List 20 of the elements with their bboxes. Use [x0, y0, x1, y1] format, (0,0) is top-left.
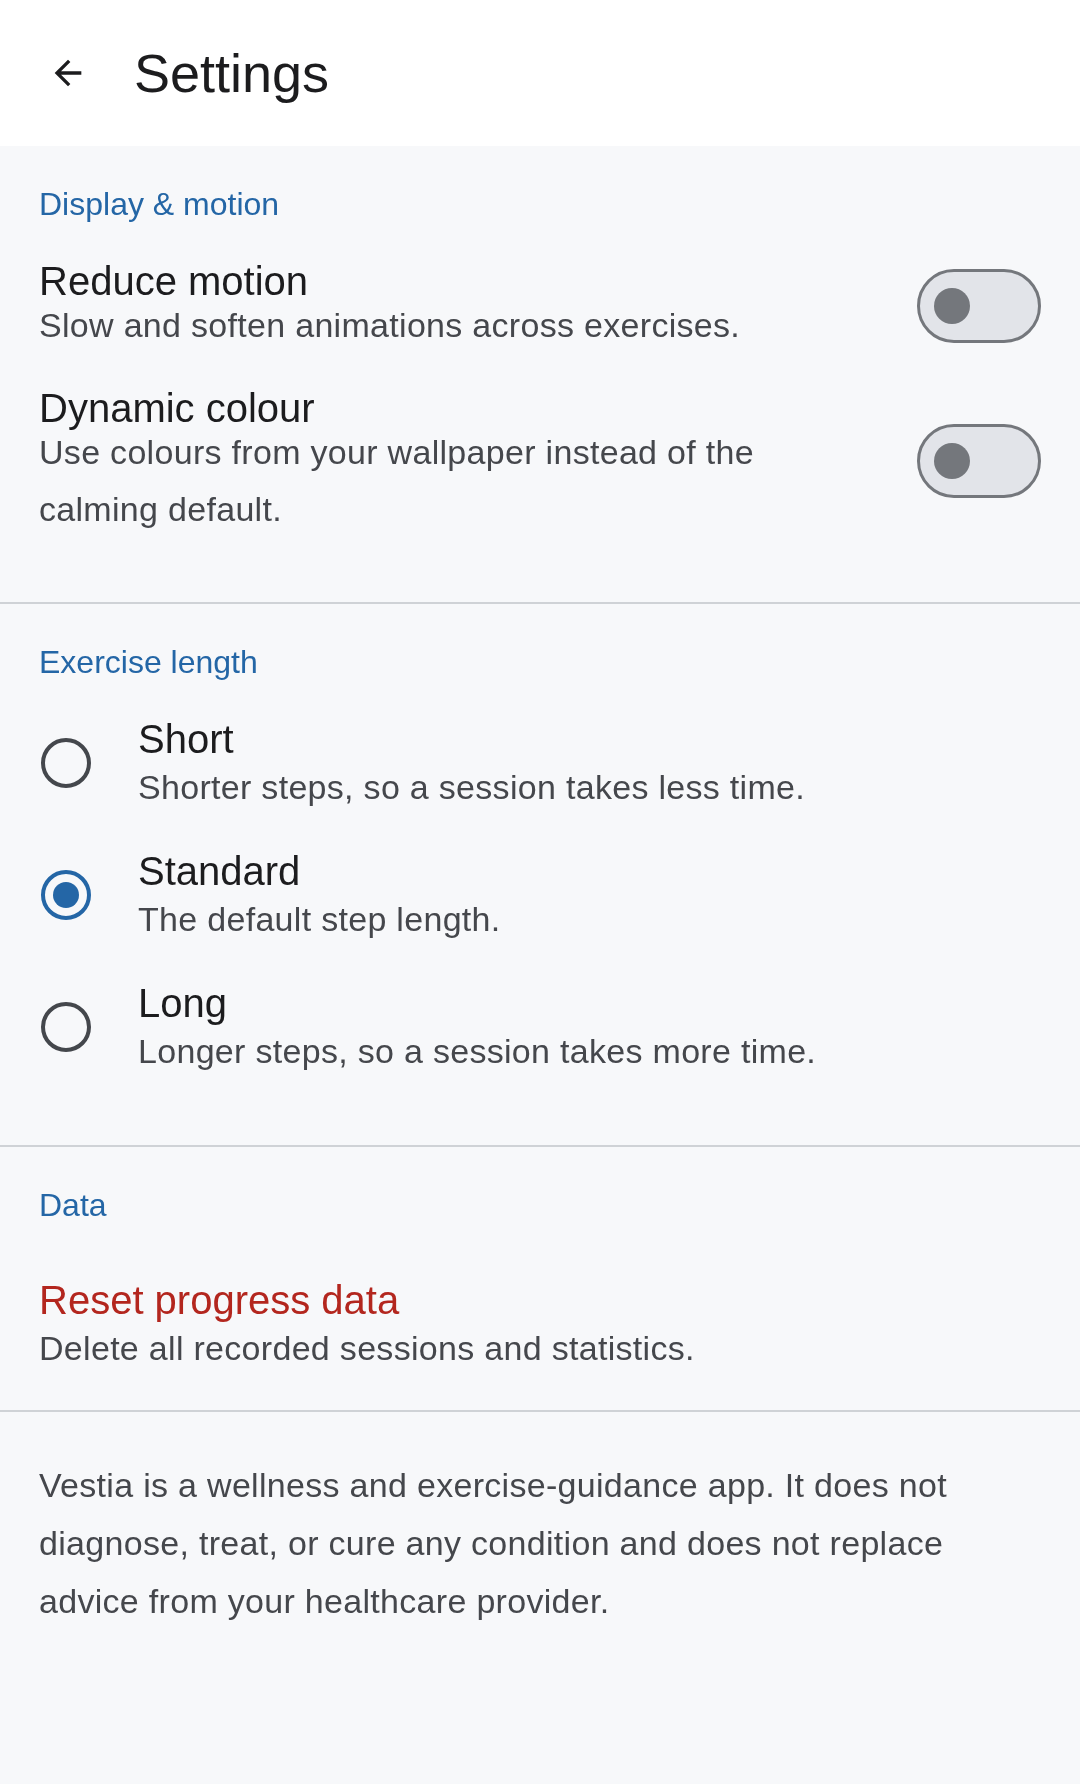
setting-description: Use colours from your wallpaper instead of the calming default. — [39, 432, 755, 530]
radio-button[interactable] — [41, 1002, 91, 1052]
page-title: Settings — [134, 42, 330, 104]
setting-title: Reduce motion — [39, 258, 310, 305]
section-heading: Display & motion — [38, 186, 281, 223]
reset-link[interactable]: Reset progress data — [39, 1276, 695, 1324]
option-description: The default step length. — [138, 899, 501, 940]
setting-title: Dynamic colour — [39, 385, 316, 432]
section-heading: Data — [38, 1187, 108, 1224]
option-title: Standard — [138, 848, 302, 895]
option-description: Longer steps, so a session takes more time. — [138, 1031, 817, 1072]
option-title: Long — [138, 980, 228, 1027]
disclaimer-text: Vestia is a wellness and exercise-guidance app. It does not diagnose, treat, or cure any condition and does not replace advice from your healthcare provider. — [38, 1465, 948, 1622]
setting-description: Slow and soften animations across exercises. — [39, 305, 741, 346]
section-heading: Exercise length — [38, 644, 259, 681]
option-description: Shorter steps, so a session takes less time. — [138, 767, 806, 808]
action-description: Delete all recorded sessions and statistics. — [39, 1328, 695, 1369]
radio-button[interactable] — [41, 870, 91, 920]
radio-button[interactable] — [41, 738, 91, 788]
option-title: Short — [138, 716, 235, 763]
